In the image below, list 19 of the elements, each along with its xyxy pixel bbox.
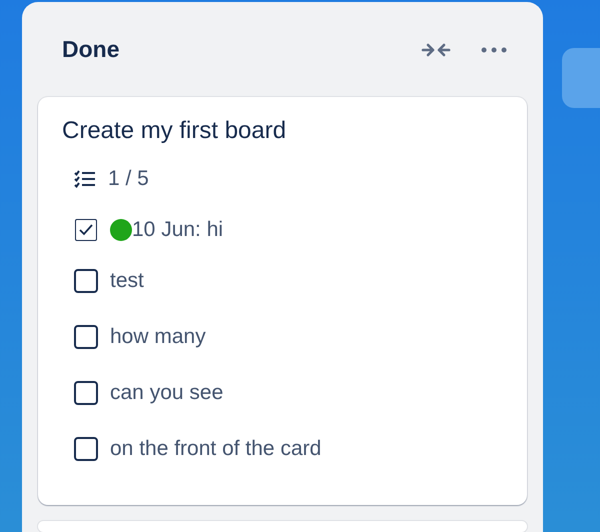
checkbox[interactable] — [75, 219, 97, 241]
checklist-item: can you see — [110, 381, 224, 405]
checklist-item: 10 Jun: hi — [132, 218, 224, 242]
card-title: Create my first board — [62, 117, 288, 145]
checklist-icon — [74, 170, 96, 188]
checkbox[interactable] — [74, 381, 98, 405]
checkbox[interactable] — [74, 437, 98, 461]
checklist-item: test — [110, 269, 144, 293]
list-title: Done — [62, 36, 120, 63]
collapse-icon[interactable] — [420, 42, 451, 58]
checklist-item: how many — [110, 325, 206, 349]
card[interactable]: Create my first board 1 / 5 10 Jun: hi test how many can you see on the front of the card — [38, 97, 527, 505]
check-icon — [79, 224, 93, 236]
checkbox[interactable] — [74, 269, 98, 293]
list-panel — [562, 48, 600, 108]
checklist-item: on the front of the card — [110, 437, 322, 461]
checklist-count: 1 / 5 — [108, 167, 149, 191]
more-icon[interactable] — [480, 46, 507, 52]
checkbox[interactable] — [74, 325, 98, 349]
